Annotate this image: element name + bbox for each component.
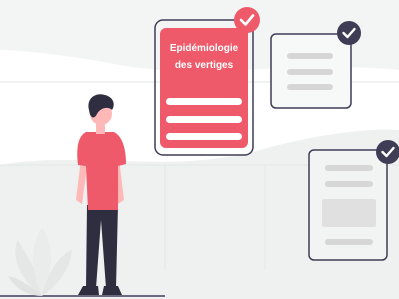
- primary-card-title-line2: des vertiges: [174, 60, 234, 71]
- primary-check-badge: [234, 7, 260, 33]
- secondary-card-top: [270, 21, 361, 109]
- secondary-card-bottom: [308, 140, 399, 261]
- primary-card-title-line1: Epidémiologie: [169, 43, 239, 54]
- placeholder-line: [325, 181, 373, 187]
- secondary-check-badge: [376, 140, 399, 164]
- placeholder-line: [325, 165, 373, 171]
- placeholder-block: [322, 199, 376, 227]
- placeholder-line: [287, 53, 333, 59]
- primary-card-line: [166, 116, 242, 123]
- placeholder-line: [325, 239, 373, 245]
- secondary-check-badge: [337, 21, 361, 45]
- illustration-scene: Epidémiologie des vertiges: [0, 0, 399, 299]
- primary-card-title: Epidémiologie des vertiges: [156, 40, 252, 74]
- placeholder-line: [287, 69, 333, 75]
- primary-card-line: [166, 98, 242, 105]
- primary-card: [154, 7, 260, 156]
- placeholder-line: [287, 84, 333, 90]
- primary-card-line: [166, 133, 242, 140]
